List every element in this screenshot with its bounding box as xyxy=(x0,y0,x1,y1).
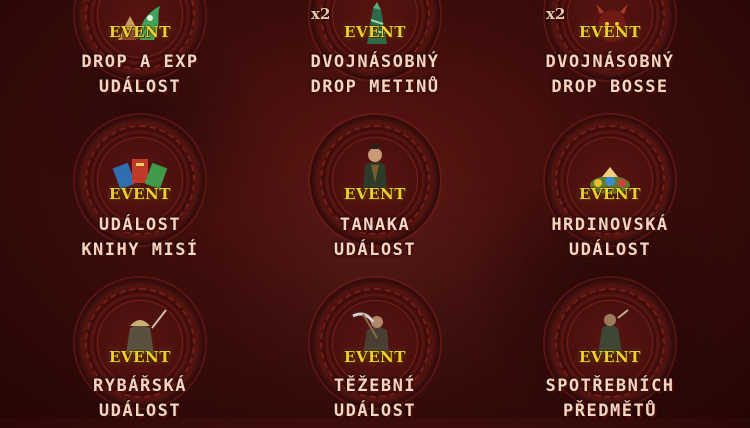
event-title: RYBÁŘSKÁ UDÁLOST xyxy=(20,374,260,424)
event-title-line2: DROP BOSSE xyxy=(551,77,669,97)
event-label: EVENT xyxy=(344,348,406,366)
event-title-line1: RYBÁŘSKÁ xyxy=(93,376,187,396)
event-title-line1: DROP A EXP xyxy=(81,52,199,72)
event-title-line2: KNIHY MISÍ xyxy=(81,240,199,260)
event-card-mining[interactable]: EVENT TĚŽEBNÍ UDÁLOST xyxy=(275,278,475,428)
event-label: EVENT xyxy=(579,185,641,203)
event-label: EVENT xyxy=(579,348,641,366)
event-title-line1: SPOTŘEBNÍCH xyxy=(545,376,675,396)
event-title-line2: UDÁLOST xyxy=(98,77,182,97)
event-title-line1: UDÁLOST xyxy=(98,215,182,235)
event-title-line2: UDÁLOST xyxy=(333,401,417,421)
event-card-consumables[interactable]: EVENT SPOTŘEBNÍCH PŘEDMĚTŮ xyxy=(510,278,710,428)
multiplier-label: x2 xyxy=(546,5,566,23)
event-card-fishing[interactable]: EVENT RYBÁŘSKÁ UDÁLOST xyxy=(40,278,240,428)
event-title-line1: DVOJNÁSOBNÝ xyxy=(545,52,675,72)
event-title-line1: TANAKA xyxy=(339,215,411,235)
event-label: EVENT xyxy=(109,348,171,366)
multiplier-label: x2 xyxy=(311,5,331,23)
event-card-tanaka[interactable]: EVENT TANAKA UDÁLOST xyxy=(275,115,475,265)
event-title-line2: DROP METINŮ xyxy=(310,77,440,97)
event-title: UDÁLOST KNIHY MISÍ xyxy=(20,213,260,263)
event-title: TANAKA UDÁLOST xyxy=(255,213,495,263)
event-title-line1: HRDINOVSKÁ xyxy=(551,215,669,235)
event-title-line2: PŘEDMĚTŮ xyxy=(563,401,657,421)
event-card-hero[interactable]: EVENT HRDINOVSKÁ UDÁLOST xyxy=(510,115,710,265)
event-title-line2: UDÁLOST xyxy=(98,401,182,421)
event-title: SPOTŘEBNÍCH PŘEDMĚTŮ xyxy=(490,374,730,424)
event-card-double-metin-drop[interactable]: x2 EVENT DVOJNÁSOBNÝ DROP METINŮ xyxy=(275,0,475,100)
event-title: HRDINOVSKÁ UDÁLOST xyxy=(490,213,730,263)
event-label: EVENT xyxy=(109,185,171,203)
event-label: EVENT xyxy=(344,185,406,203)
event-label: EVENT xyxy=(579,23,641,41)
event-grid: EVENT DROP A EXP UDÁLOST x2 EVENT DVOJNÁ… xyxy=(0,0,750,421)
event-title: DVOJNÁSOBNÝ DROP BOSSE xyxy=(490,50,730,100)
event-card-drop-exp[interactable]: EVENT DROP A EXP UDÁLOST xyxy=(40,0,240,100)
event-card-double-boss-drop[interactable]: x2 EVENT DVOJNÁSOBNÝ DROP BOSSE xyxy=(510,0,710,100)
tanaka-warrior-icon xyxy=(363,143,387,189)
event-title: DVOJNÁSOBNÝ DROP METINŮ xyxy=(255,50,495,100)
event-title-line2: UDÁLOST xyxy=(333,240,417,260)
event-label: EVENT xyxy=(344,23,406,41)
event-card-mission-books[interactable]: EVENT UDÁLOST KNIHY MISÍ xyxy=(40,115,240,265)
event-title-line1: DVOJNÁSOBNÝ xyxy=(310,52,440,72)
event-title-line1: TĚŽEBNÍ xyxy=(333,376,417,396)
event-label: EVENT xyxy=(109,23,171,41)
event-title-line2: UDÁLOST xyxy=(568,240,652,260)
event-title: TĚŽEBNÍ UDÁLOST xyxy=(255,374,495,424)
event-title: DROP A EXP UDÁLOST xyxy=(20,50,260,100)
